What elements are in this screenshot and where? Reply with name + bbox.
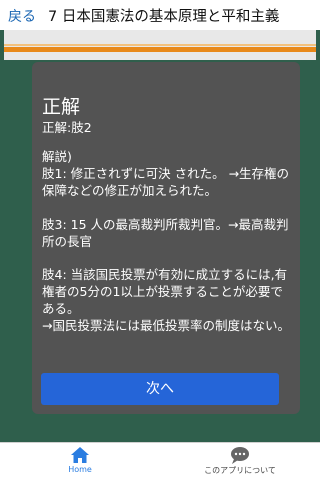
next-button[interactable]: 次へ	[41, 373, 279, 405]
tab-about[interactable]: このアプリについて	[190, 446, 290, 480]
home-icon	[56, 446, 104, 464]
tab-home-label: Home	[68, 465, 92, 474]
explanation-text: 解説) 肢1: 修正されずに可決 された。 →生存権の保障などの修正が加えられた…	[42, 149, 290, 334]
top-accent-line	[4, 44, 316, 46]
tab-about-label: このアプリについて	[204, 466, 276, 475]
speech-bubble-icon	[190, 446, 290, 464]
answer-title: 正解	[42, 96, 81, 118]
top-accent-bar	[4, 47, 316, 52]
header-bar: 戻る 7 日本国憲法の基本原理と平和主義	[0, 0, 320, 30]
back-button[interactable]: 戻る	[8, 6, 36, 26]
answer-subtitle: 正解:肢2	[42, 120, 92, 135]
tab-home[interactable]: Home	[56, 446, 104, 480]
page-title: 7 日本国憲法の基本原理と平和主義	[48, 9, 280, 25]
